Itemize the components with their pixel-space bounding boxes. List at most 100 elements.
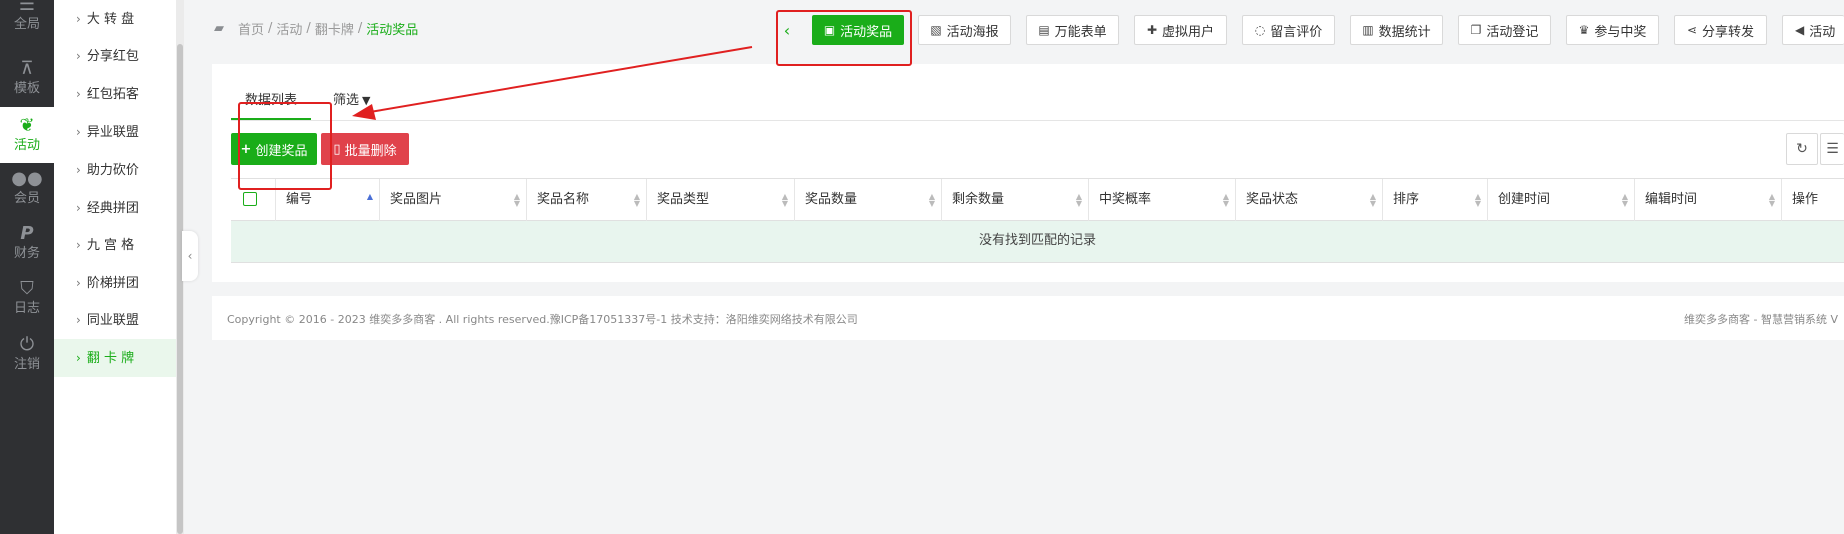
toolbar-button-label: 虚拟用户 [1162,24,1215,40]
tabs-divider [231,120,1844,121]
column-header-label: 编号 [286,192,313,207]
chevron-right-icon: › [76,201,81,215]
select-all-checkbox[interactable] [243,191,257,206]
trophy-icon: ♛ [1578,23,1590,37]
tab-registration[interactable]: ❐ 活动登记 [1458,15,1551,45]
column-header-label: 奖品图片 [390,192,443,207]
submenu-item-nine-grid[interactable]: › 九 宫 格 [54,226,178,264]
chevron-right-icon: › [76,238,81,252]
sort-icon: ▲ ▼ [781,192,788,208]
rail-item-template[interactable]: ⊼ 模板 [0,50,54,106]
submenu-item-label: 助力砍价 [86,163,139,178]
tab-filter[interactable]: 筛选 ▼ [333,88,370,120]
submenu-item-share-redpacket[interactable]: › 分享红包 [54,37,178,75]
rail-item-label: 日志 [13,300,40,316]
image-icon: ▧ [930,23,942,37]
sort-icon: ▲ ▼ [928,192,935,208]
rail-item-label: 财务 [13,245,40,261]
toolbar-button-label: 分享转发 [1702,24,1755,40]
sort-icon: ▲ ▼ [1768,192,1775,208]
submenu-item-label: 大 转 盘 [86,12,135,27]
rail-item-label: 模板 [13,80,40,96]
sort-icon: ▲ ▼ [513,192,520,208]
toolbar-button-label: 活动 [1809,24,1836,40]
folder-open-icon: ▰ [214,20,224,36]
column-header-name[interactable]: 奖品名称 ▲ ▼ [527,179,647,221]
column-header-status[interactable]: 奖品状态 ▲ ▼ [1236,179,1383,221]
column-header-label: 奖品类型 [657,192,710,207]
share-icon: ⋖ [1686,23,1698,37]
empty-message: 没有找到匹配的记录 [978,233,1096,248]
comment-icon: ◌ [1254,23,1266,37]
column-header-remaining[interactable]: 剩余数量 ▲ ▼ [942,179,1089,221]
chevron-right-icon: › [76,313,81,327]
column-header-sort-order[interactable]: 排序 ▲ ▼ [1383,179,1488,221]
rail-item-logout[interactable]: ⏻ 注销 [0,326,54,382]
chevron-right-icon: › [76,276,81,290]
submenu-item-wheel[interactable]: › 大 转 盘 [54,0,178,38]
breadcrumb-home[interactable]: 首页 [238,19,264,38]
rail-item-finance[interactable]: P 财务 [0,215,54,271]
submenu-item-bargain[interactable]: › 助力砍价 [54,151,178,189]
table-empty-row: 没有找到匹配的记录 [231,221,1844,263]
breadcrumb: ▰ 首页 / 活动 / 翻卡牌 / 活动奖品 [214,18,418,38]
submenu-item-label: 九 宫 格 [86,238,135,253]
batch-delete-button[interactable]: ▯ 批量删除 [321,133,409,165]
column-header-probability[interactable]: 中奖概率 ▲ ▼ [1089,179,1236,221]
refresh-button[interactable]: ↻ [1786,133,1818,165]
column-header-created[interactable]: 创建时间 ▲ ▼ [1488,179,1635,221]
collapse-sidebar-toggle[interactable]: ‹ [182,231,198,281]
submenu-item-label: 翻 卡 牌 [86,351,135,366]
submenu-item-tier-group[interactable]: › 阶梯拼团 [54,264,178,302]
submenu-item-group-buy[interactable]: › 经典拼团 [54,189,178,227]
column-header-image[interactable]: 奖品图片 ▲ ▼ [380,179,527,221]
sort-icon: ▲ ▼ [1474,192,1481,208]
refresh-icon: ↻ [1796,141,1808,157]
submenu-item-industry-alliance[interactable]: › 同业联盟 [54,301,178,339]
tab-statistics[interactable]: ▥ 数据统计 [1350,15,1443,45]
tab-activity-more[interactable]: ◀ 活动 [1782,15,1844,45]
toolbar-button-label: 活动海报 [946,24,999,40]
activity-submenu: › 大 转 盘 › 分享红包 › 红包拓客 › 异业联盟 › 助力砍价 › 经典拼团 › 九 … [54,0,178,534]
tab-winners[interactable]: ♛ 参与中奖 [1566,15,1659,45]
submenu-item-flip-card[interactable]: › 翻 卡 牌 [54,339,178,377]
submenu-item-redpacket-acquire[interactable]: › 红包拓客 [54,75,178,113]
sitemap-icon: ⊼ [20,57,34,79]
column-header-quantity[interactable]: 奖品数量 ▲ ▼ [795,179,942,221]
rail-item-log[interactable]: ⛉ 日志 [0,270,54,326]
column-header-edited[interactable]: 编辑时间 ▲ ▼ [1635,179,1782,221]
footer-version: 维奕多多商客 - 智慧营销系统 V [1684,313,1838,326]
submenu-item-label: 红包拓客 [86,87,139,102]
sort-icon: ▲ ▼ [1369,192,1376,208]
file-icon: ▤ [1038,23,1050,37]
rail-item-members[interactable]: ●● 会员 [0,160,54,216]
submenu-item-label: 分享红包 [86,49,139,64]
sort-icon: ▲ ▼ [1075,192,1082,208]
toolbar-button-label: 万能表单 [1054,24,1107,40]
tab-activity-poster[interactable]: ▧ 活动海报 [918,15,1011,45]
breadcrumb-flip-card[interactable]: 翻卡牌 [315,19,354,38]
columns-toggle-button[interactable]: ☰ [1820,133,1844,165]
submenu-scrollbar-thumb[interactable] [177,44,183,534]
tab-universal-form[interactable]: ▤ 万能表单 [1026,15,1119,45]
chevron-right-icon: › [76,12,81,26]
column-header-type[interactable]: 奖品类型 ▲ ▼ [647,179,795,221]
rail-item-activity[interactable]: ❦ 活动 [0,107,54,163]
tab-share[interactable]: ⋖ 分享转发 [1674,15,1767,45]
breadcrumb-activity[interactable]: 活动 [276,19,302,38]
trash-icon: ▯ [333,141,341,157]
filter-icon: ▼ [362,94,371,107]
submenu-item-cross-alliance[interactable]: › 异业联盟 [54,113,178,151]
column-header-label: 奖品状态 [1246,192,1299,207]
column-header-label: 操作 [1792,192,1819,207]
column-header-actions: 操作 [1782,179,1844,221]
column-header-label: 中奖概率 [1099,192,1152,207]
user-plus-icon: ✚ [1146,23,1158,37]
chevron-right-icon: › [76,49,81,63]
tab-virtual-users[interactable]: ✚ 虚拟用户 [1134,15,1227,45]
rail-item-global[interactable]: ☰ 全局 [0,0,54,42]
footer-copyright: Copyright © 2016 - 2023 维奕多多商客 . All rig… [227,313,858,326]
sort-asc-icon: ▲ [366,192,373,201]
tab-comments[interactable]: ◌ 留言评价 [1242,15,1335,45]
sort-icon: ▲ ▼ [1222,192,1229,208]
